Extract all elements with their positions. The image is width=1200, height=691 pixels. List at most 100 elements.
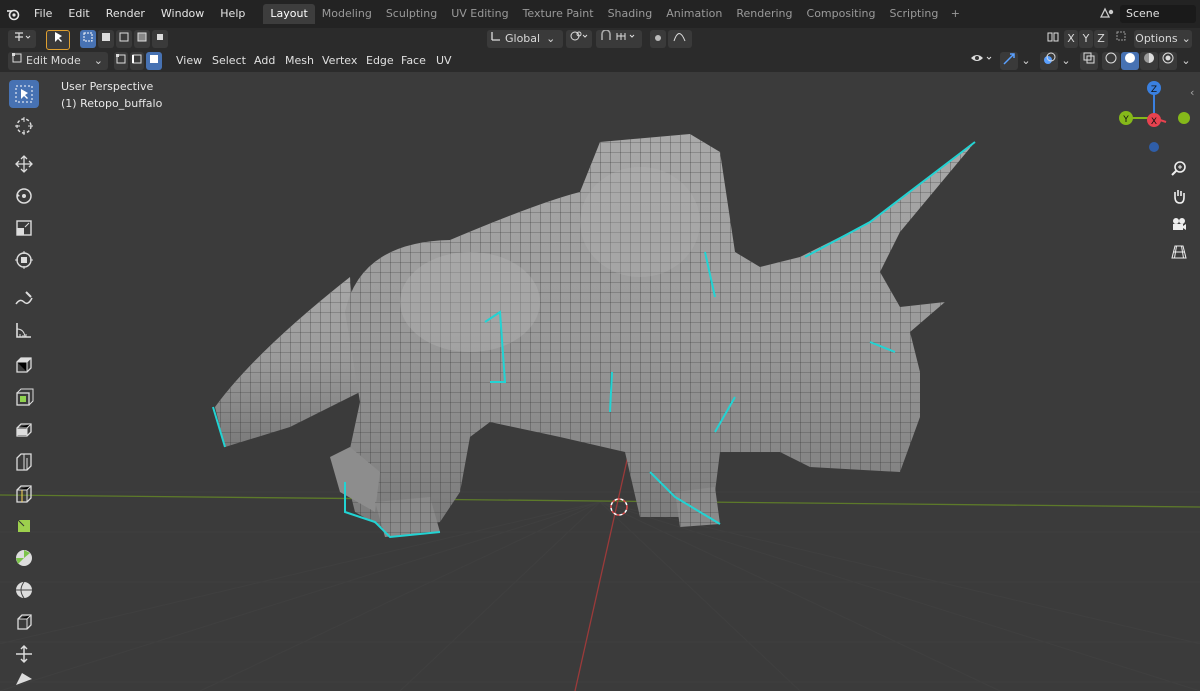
top-bar: File Edit Render Window Help Layout Mode… [0, 0, 1200, 28]
face-select-mode-icon[interactable] [146, 52, 162, 70]
select-mode-new-icon[interactable] [80, 30, 96, 48]
options-label: Options [1135, 32, 1178, 45]
chevron-down-icon: ⌄ [546, 32, 556, 45]
transform-orientation-dropdown[interactable]: Global ⌄ [487, 30, 563, 48]
menu-window[interactable]: Window [153, 0, 212, 28]
menu-edge[interactable]: Edge [366, 52, 394, 70]
workspace-tabs: Layout Modeling Sculpting UV Editing Tex… [263, 3, 965, 25]
scene-name-field[interactable]: Scene [1120, 5, 1196, 23]
select-mode-extend-icon[interactable] [98, 30, 114, 48]
knife-tool-icon[interactable] [9, 512, 39, 540]
snapping-toggle[interactable] [596, 29, 642, 48]
chevron-down-icon[interactable]: ⌄ [1060, 52, 1072, 70]
tab-scripting[interactable]: Scripting [882, 4, 945, 24]
pan-hand-icon[interactable] [1167, 184, 1191, 208]
vertex-select-mode-icon[interactable] [114, 52, 128, 70]
select-mode-intersect-icon[interactable] [152, 30, 168, 48]
mirror-icon[interactable] [1044, 30, 1062, 48]
blender-logo-icon[interactable] [0, 0, 26, 28]
tab-modeling[interactable]: Modeling [315, 4, 379, 24]
menu-help[interactable]: Help [212, 0, 253, 28]
gizmo-toggle-icon[interactable] [1000, 52, 1018, 70]
move-tool-icon[interactable] [9, 150, 39, 178]
tool-header: Global ⌄ X Y Z Options ⌄ [0, 28, 1200, 50]
proportional-edit-toggle[interactable] [650, 30, 666, 48]
transform-tool-icon[interactable] [9, 246, 39, 274]
chevron-down-icon: ⌄ [93, 54, 103, 67]
select-box-tool-icon[interactable] [46, 30, 70, 50]
bevel-tool-icon[interactable] [9, 448, 39, 476]
smooth-tool-icon[interactable] [9, 608, 39, 636]
add-cube-tool-icon[interactable] [9, 352, 39, 380]
rotate-tool-icon[interactable] [9, 182, 39, 210]
orientation-label: Global [505, 32, 541, 45]
menu-edit[interactable]: Edit [60, 0, 97, 28]
viewport-canvas [0, 134, 1200, 691]
shrink-fatten-tool-icon[interactable] [9, 668, 39, 690]
menu-file[interactable]: File [26, 0, 60, 28]
wireframe-shading-icon[interactable] [1102, 52, 1120, 70]
cursor-tool-icon[interactable] [9, 112, 39, 140]
camera-view-icon[interactable] [1167, 212, 1191, 236]
overlays-toggle-icon[interactable] [1040, 52, 1058, 70]
menu-vertex[interactable]: Vertex [322, 52, 357, 70]
menu-face[interactable]: Face [401, 52, 426, 70]
transform-pivot-button[interactable] [8, 30, 36, 48]
select-box-tool-icon[interactable] [9, 80, 39, 108]
add-workspace-button[interactable]: + [945, 4, 965, 24]
scale-tool-icon[interactable] [9, 214, 39, 242]
mirror-y-toggle[interactable]: Y [1079, 30, 1093, 48]
menu-add[interactable]: Add [254, 52, 275, 70]
solid-shading-icon[interactable] [1121, 52, 1139, 70]
perspective-toggle-icon[interactable] [1167, 240, 1191, 264]
tab-animation[interactable]: Animation [659, 4, 729, 24]
menu-uv[interactable]: UV [436, 52, 452, 70]
poly-build-tool-icon[interactable] [9, 544, 39, 572]
pivot-point-dropdown[interactable] [566, 30, 592, 48]
menu-mesh[interactable]: Mesh [285, 52, 314, 70]
tab-uv-editing[interactable]: UV Editing [444, 4, 515, 24]
tab-texture-paint[interactable]: Texture Paint [516, 4, 601, 24]
mirror-x-toggle[interactable]: X [1064, 30, 1078, 48]
chevron-down-icon[interactable]: ⌄ [1020, 52, 1032, 70]
chevron-down-icon[interactable]: ⌄ [1180, 52, 1192, 70]
loop-cut-tool-icon[interactable] [9, 480, 39, 508]
menu-view[interactable]: View [176, 52, 202, 70]
select-mode-subtract-icon[interactable] [116, 30, 132, 48]
3d-viewport[interactable]: User Perspective (1) Retopo_buffalo Z Y … [0, 72, 1200, 691]
gizmo-z-label: Z [1151, 85, 1157, 95]
material-shading-icon[interactable] [1140, 52, 1158, 70]
measure-tool-icon[interactable] [9, 316, 39, 344]
spin-tool-icon[interactable] [9, 576, 39, 604]
gizmo-y-label: Y [1122, 115, 1129, 125]
tab-shading[interactable]: Shading [601, 4, 660, 24]
navigation-gizmo[interactable]: Z Y X [1110, 80, 1194, 160]
auto-merge-icon[interactable] [1114, 30, 1128, 48]
tab-rendering[interactable]: Rendering [729, 4, 799, 24]
annotate-tool-icon[interactable] [9, 284, 39, 312]
edge-select-mode-icon[interactable] [130, 52, 144, 70]
inset-faces-tool-icon[interactable] [9, 416, 39, 444]
chevron-down-icon: ⌄ [1181, 32, 1191, 45]
extrude-region-tool-icon[interactable] [9, 384, 39, 412]
options-dropdown[interactable]: Options ⌄ [1134, 30, 1192, 48]
buffalo-mesh [215, 134, 975, 537]
proportional-falloff-dropdown[interactable] [668, 30, 692, 48]
scene-selector[interactable]: Scene [1094, 4, 1196, 24]
chevron-left-icon[interactable]: ‹ [1190, 86, 1194, 99]
gizmo-x-label: X [1151, 117, 1157, 127]
menu-render[interactable]: Render [98, 0, 153, 28]
zoom-icon[interactable] [1167, 156, 1191, 180]
edge-slide-tool-icon[interactable] [9, 640, 39, 668]
view-perspective-label: User Perspective [61, 80, 154, 93]
tab-sculpting[interactable]: Sculpting [379, 4, 444, 24]
visibility-eye-icon[interactable] [968, 52, 996, 70]
tab-layout[interactable]: Layout [263, 4, 315, 24]
select-mode-invert-icon[interactable] [134, 30, 150, 48]
mode-dropdown[interactable]: Edit Mode ⌄ [8, 52, 108, 70]
menu-select[interactable]: Select [212, 52, 246, 70]
xray-toggle-icon[interactable] [1080, 52, 1098, 70]
mirror-z-toggle[interactable]: Z [1094, 30, 1108, 48]
tab-compositing[interactable]: Compositing [800, 4, 883, 24]
rendered-shading-icon[interactable] [1159, 52, 1177, 70]
